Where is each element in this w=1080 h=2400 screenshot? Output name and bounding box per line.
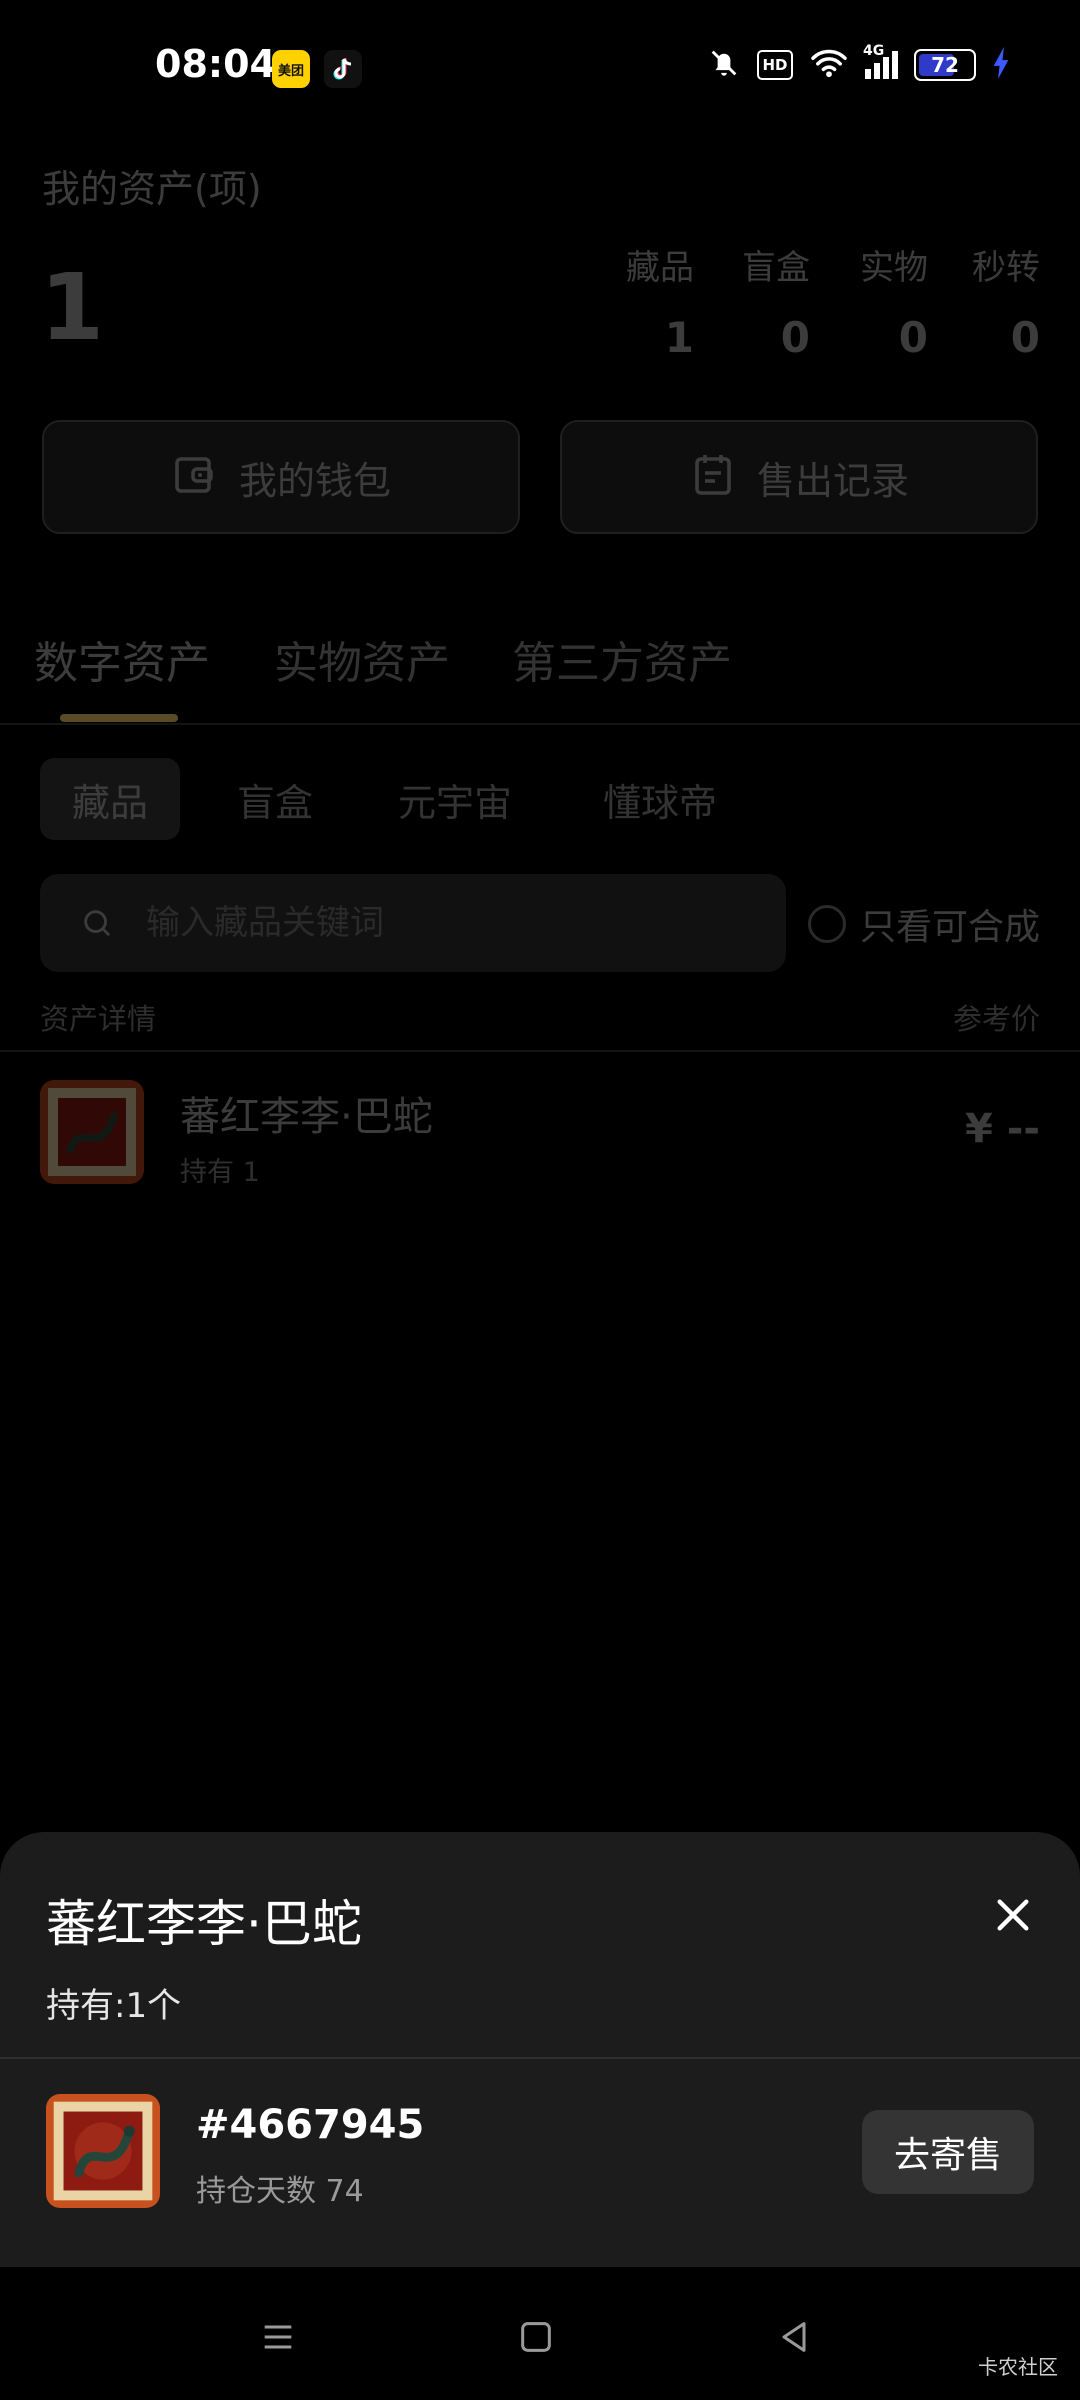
tab-digital-assets[interactable]: 数字资产 (34, 627, 210, 691)
collectible-thumbnail (40, 1080, 144, 1184)
tiktok-notification-icon (324, 50, 362, 88)
list-item-price: ¥ -- (965, 1106, 1040, 1152)
divider (0, 1050, 1080, 1052)
stat-collectibles: 藏品 1 (594, 240, 694, 362)
subtab-dongqiudi[interactable]: 懂球帝 (580, 758, 740, 840)
list-item-name: 蕃红李李·巴蛇 (180, 1094, 433, 1140)
stat-value: 0 (780, 313, 810, 362)
clipboard-icon (689, 451, 737, 503)
detail-bottom-sheet: 蕃红李李·巴蛇 持有:1个 #4667945 持仓天数 74 去寄售 (0, 1832, 1080, 2267)
network-label: 4G (863, 43, 885, 59)
active-tab-indicator (60, 714, 178, 722)
stat-value: 0 (898, 313, 928, 362)
stat-label: 盲盒 (742, 248, 810, 288)
radio-icon[interactable] (808, 905, 846, 943)
sales-record-button[interactable]: 售出记录 (560, 420, 1038, 534)
wallet-icon (171, 451, 219, 503)
wifi-icon (809, 47, 849, 83)
meituan-label: 美团 (277, 63, 304, 79)
sales-record-label: 售出记录 (756, 458, 909, 503)
sheet-holding-count: 持有:1个 (46, 1986, 182, 2026)
menu-icon[interactable] (250, 2309, 306, 2365)
consign-button[interactable]: 去寄售 (862, 2110, 1034, 2194)
battery-level: 72 (931, 53, 959, 77)
search-input[interactable] (144, 902, 708, 944)
battery-icon: 72 (914, 49, 976, 81)
collectible-thumbnail (46, 2094, 160, 2208)
sheet-title: 蕃红李李·巴蛇 (46, 1895, 362, 1953)
stat-label: 藏品 (626, 248, 694, 288)
status-time: 08:04 (155, 42, 276, 86)
stat-value: 0 (1010, 313, 1040, 362)
token-serial: #4667945 (196, 2102, 425, 2148)
list-header-details: 资产详情 (40, 1002, 157, 1036)
only-combinable-label: 只看可合成 (860, 907, 1041, 948)
back-icon[interactable] (766, 2309, 822, 2365)
stat-label: 秒转 (972, 248, 1040, 288)
stat-physical: 实物 0 (828, 240, 928, 362)
list-item-holding: 持有 1 (180, 1157, 260, 1188)
subtab-collectibles[interactable]: 藏品 (40, 758, 180, 840)
wallet-button[interactable]: 我的钱包 (42, 420, 520, 534)
charging-icon (992, 47, 1010, 83)
watermark: 卡农社区 (978, 2355, 1058, 2379)
stat-blindbox: 盲盒 0 (710, 240, 810, 362)
main-tabs: 数字资产 实物资产 第三方资产 (0, 615, 1080, 725)
assets-title: 我的资产(项) (42, 167, 262, 211)
search-box (40, 874, 786, 972)
tab-third-party-assets[interactable]: 第三方资产 (512, 627, 732, 691)
close-icon[interactable] (982, 1884, 1044, 1946)
only-combinable-toggle[interactable]: 只看可合成 (808, 898, 1040, 950)
navigation-bar: 卡农社区 (0, 2267, 1080, 2400)
holding-days: 持仓天数 74 (196, 2174, 364, 2209)
tab-physical-assets[interactable]: 实物资产 (274, 627, 450, 691)
divider (0, 2057, 1080, 2059)
stat-instant-transfer: 秒转 0 (940, 240, 1040, 362)
assets-total: 1 (40, 254, 105, 361)
meituan-notification-icon: 美团 (272, 50, 310, 88)
home-icon[interactable] (508, 2309, 564, 2365)
list-header-price: 参考价 (952, 1002, 1040, 1036)
list-item[interactable]: 蕃红李李·巴蛇 持有 1 ¥ -- (0, 1070, 1080, 1200)
stat-value: 1 (664, 313, 694, 362)
search-icon (80, 906, 114, 940)
stat-label: 实物 (860, 248, 928, 288)
wallet-label: 我的钱包 (238, 458, 391, 503)
subtab-metaverse[interactable]: 元宇宙 (380, 758, 530, 840)
status-icons: HD 4G 72 (707, 43, 1010, 84)
bell-muted-icon (707, 46, 741, 84)
subtab-blindbox[interactable]: 盲盒 (210, 758, 340, 840)
hd-icon: HD (757, 50, 793, 80)
signal-icon: 4G (863, 43, 898, 79)
